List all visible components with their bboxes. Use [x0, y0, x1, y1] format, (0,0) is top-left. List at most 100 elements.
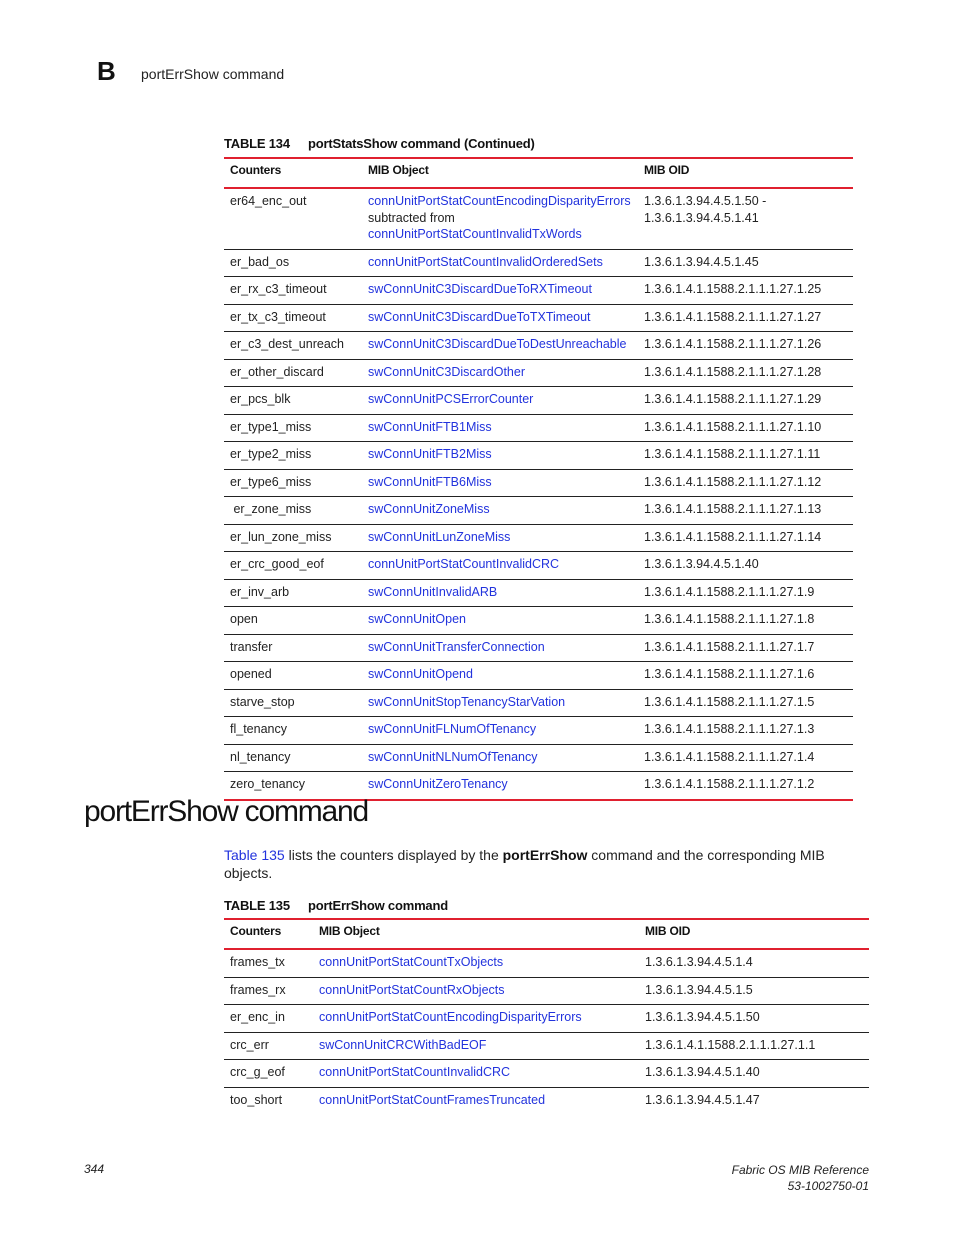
- mib-object-note: subtracted from: [368, 210, 455, 225]
- table-number: TABLE 135: [224, 898, 290, 913]
- mib-object-link[interactable]: swConnUnitFTB1Miss: [362, 414, 638, 442]
- counter-cell: frames_tx: [224, 949, 313, 978]
- oid-cell: 1.3.6.1.3.94.4.5.1.50: [639, 1004, 869, 1033]
- table-row: frames_tx connUnitPortStatCountTxObjects 1…: [224, 949, 869, 978]
- counter-cell: er_zone_miss: [224, 496, 362, 525]
- oid-cell: 1.3.6.1.4.1.1588.2.1.1.1.27.1.7: [638, 634, 853, 662]
- table-row: er_pcs_blk swConnUnitPCSErrorCounter 1.3.6…: [224, 386, 853, 415]
- mib-object-link[interactable]: connUnitPortStatCountInvalidTxWords: [368, 226, 632, 243]
- oid-cell: 1.3.6.1.4.1.1588.2.1.1.1.27.1.3: [638, 716, 853, 745]
- table-row: er64_enc_out connUnitPortStatCountEncodi…: [224, 188, 853, 250]
- mib-object-link[interactable]: swConnUnitOpend: [362, 661, 638, 690]
- counter-cell: transfer: [224, 634, 362, 662]
- counter-cell: nl_tenancy: [224, 744, 362, 772]
- mib-object-link[interactable]: connUnitPortStatCountRxObjects: [313, 977, 639, 1005]
- oid-cell: 1.3.6.1.4.1.1588.2.1.1.1.27.1.28: [638, 359, 853, 387]
- oid-cell: 1.3.6.1.4.1.1588.2.1.1.1.27.1.4: [638, 744, 853, 772]
- chapter-letter: B: [97, 56, 116, 86]
- oid-cell: 1.3.6.1.4.1.1588.2.1.1.1.27.1.2: [638, 771, 853, 801]
- counter-cell: er_type6_miss: [224, 469, 362, 497]
- counter-cell: er_enc_in: [224, 1004, 313, 1033]
- mib-object-link[interactable]: connUnitPortStatCountInvalidCRC: [313, 1059, 639, 1088]
- counter-cell: er_bad_os: [224, 249, 362, 277]
- mib-object-link[interactable]: swConnUnitStopTenancyStarVation: [362, 689, 638, 717]
- mib-object-link[interactable]: swConnUnitTransferConnection: [362, 634, 638, 662]
- table-row: er_tx_c3_timeout swConnUnitC3DiscardDueTo…: [224, 304, 853, 332]
- mib-object-cell: connUnitPortStatCountEncodingDisparityEr…: [362, 188, 638, 250]
- counter-cell: er_type2_miss: [224, 441, 362, 470]
- table-row: er_type2_miss swConnUnitFTB2Miss 1.3.6.1.4…: [224, 441, 853, 470]
- intro-paragraph: Table 135 lists the counters displayed b…: [224, 846, 864, 882]
- table-row: crc_g_eof connUnitPortStatCountInvalidCRC…: [224, 1059, 869, 1088]
- table-row: er_c3_dest_unreach swConnUnitC3DiscardDue…: [224, 331, 853, 360]
- table-row: er_bad_os connUnitPortStatCountInvalidOrd…: [224, 249, 853, 277]
- mib-object-link[interactable]: connUnitPortStatCountFramesTruncated: [313, 1087, 639, 1114]
- mib-object-link[interactable]: swConnUnitOpen: [362, 606, 638, 635]
- oid-line: 1.3.6.1.3.94.4.5.1.41: [644, 210, 759, 225]
- mib-object-link[interactable]: swConnUnitC3DiscardDueToTXTimeout: [362, 304, 638, 332]
- counter-cell: starve_stop: [224, 689, 362, 717]
- table-row: er_rx_c3_timeout swConnUnitC3DiscardDueTo…: [224, 276, 853, 305]
- column-header-mib-object: MIB Object: [313, 918, 639, 950]
- mib-object-link[interactable]: swConnUnitNLNumOfTenancy: [362, 744, 638, 772]
- oid-cell: 1.3.6.1.4.1.1588.2.1.1.1.27.1.13: [638, 496, 853, 525]
- mib-object-link[interactable]: swConnUnitC3DiscardOther: [362, 359, 638, 387]
- mib-object-link[interactable]: swConnUnitLunZoneMiss: [362, 524, 638, 552]
- mib-object-link[interactable]: swConnUnitCRCWithBadEOF: [313, 1032, 639, 1060]
- table-135-caption: TABLE 135 portErrShow command: [224, 898, 448, 913]
- mib-object-link[interactable]: connUnitPortStatCountEncodingDisparityEr…: [313, 1004, 639, 1033]
- counter-cell: er_tx_c3_timeout: [224, 304, 362, 332]
- table-134: Counters MIB Object MIB OID er64_enc_out…: [224, 157, 853, 801]
- counter-cell: fl_tenancy: [224, 716, 362, 745]
- mib-object-link[interactable]: connUnitPortStatCountTxObjects: [313, 949, 639, 978]
- oid-cell: 1.3.6.1.3.94.4.5.1.47: [645, 1092, 760, 1107]
- mib-object-link[interactable]: swConnUnitInvalidARB: [362, 579, 638, 607]
- table-number: TABLE 134: [224, 136, 290, 151]
- mib-object-link[interactable]: swConnUnitC3DiscardDueToDestUnreachable: [362, 331, 638, 360]
- table-row: er_zone_miss swConnUnitZoneMiss 1.3.6.1.4.…: [224, 496, 853, 525]
- counter-cell: opened: [224, 661, 362, 690]
- mib-object-link[interactable]: connUnitPortStatCountEncodingDisparityEr…: [368, 193, 632, 210]
- oid-cell: 1.3.6.1.3.94.4.5.1.40: [639, 1059, 869, 1088]
- table-135-link[interactable]: Table 135: [224, 847, 285, 863]
- section-heading: portErrShow command: [84, 795, 369, 828]
- table-row: too_short connUnitPortStatCountFramesTrun…: [224, 1087, 869, 1114]
- counter-cell: er_other_discard: [224, 359, 362, 387]
- table-title: portStatsShow command (Continued): [308, 136, 535, 151]
- table-row: crc_err swConnUnitCRCWithBadEOF 1.3.6.1.4.…: [224, 1032, 869, 1060]
- table-row: frames_rx connUnitPortStatCountRxObjects 1…: [224, 977, 869, 1005]
- table-row: starve_stop swConnUnitStopTenancyStarVati…: [224, 689, 853, 717]
- intro-text: lists the counters displayed by the: [284, 847, 503, 863]
- oid-cell: 1.3.6.1.4.1.1588.2.1.1.1.27.1.8: [638, 606, 853, 635]
- counter-cell: er_crc_good_eof: [224, 551, 362, 580]
- mib-object-link[interactable]: swConnUnitZeroTenancy: [362, 771, 638, 801]
- oid-cell: 1.3.6.1.4.1.1588.2.1.1.1.27.1.27: [638, 304, 853, 332]
- mib-object-link[interactable]: connUnitPortStatCountInvalidOrderedSets: [362, 249, 638, 277]
- table-row: er_crc_good_eof connUnitPortStatCountInva…: [224, 551, 853, 580]
- table-row: fl_tenancy swConnUnitFLNumOfTenancy 1.3.6.…: [224, 716, 853, 745]
- mib-object-link[interactable]: swConnUnitZoneMiss: [362, 496, 638, 525]
- oid-cell: 1.3.6.1.4.1.1588.2.1.1.1.27.1.26: [638, 331, 853, 360]
- table-row: transfer swConnUnitTransferConnection 1.3.…: [224, 634, 853, 662]
- oid-cell: 1.3.6.1.4.1.1588.2.1.1.1.27.1.29: [638, 386, 853, 415]
- oid-cell: 1.3.6.1.3.94.4.5.1.5: [639, 977, 869, 1005]
- mib-object-link[interactable]: connUnitPortStatCountInvalidCRC: [362, 551, 638, 580]
- mib-object-link[interactable]: swConnUnitFLNumOfTenancy: [362, 716, 638, 745]
- oid-cell: 1.3.6.1.4.1.1588.2.1.1.1.27.1.5: [638, 689, 853, 717]
- column-header-counters: Counters: [224, 157, 362, 189]
- oid-cell: 1.3.6.1.4.1.1588.2.1.1.1.27.1.25: [638, 276, 853, 305]
- table-135: Counters MIB Object MIB OID frames_tx con…: [224, 918, 869, 1114]
- mib-object-link[interactable]: swConnUnitFTB6Miss: [362, 469, 638, 497]
- table-row: er_lun_zone_miss swConnUnitLunZoneMiss 1.3…: [224, 524, 853, 552]
- counter-cell: er_c3_dest_unreach: [224, 331, 362, 360]
- command-name: portErrShow: [502, 847, 588, 863]
- mib-object-link[interactable]: swConnUnitFTB2Miss: [362, 441, 638, 470]
- counter-cell: crc_g_eof: [224, 1059, 313, 1088]
- mib-object-link[interactable]: swConnUnitC3DiscardDueToRXTimeout: [362, 276, 638, 305]
- oid-cell: 1.3.6.1.4.1.1588.2.1.1.1.27.1.10: [638, 414, 853, 442]
- doc-title: Fabric OS MIB Reference: [731, 1163, 869, 1177]
- table-header-row: Counters MIB Object MIB OID: [224, 157, 853, 189]
- mib-object-link[interactable]: swConnUnitPCSErrorCounter: [362, 386, 638, 415]
- table-row: er_other_discard swConnUnitC3DiscardOther…: [224, 359, 853, 387]
- table-row: er_enc_in connUnitPortStatCountEncodingDi…: [224, 1004, 869, 1033]
